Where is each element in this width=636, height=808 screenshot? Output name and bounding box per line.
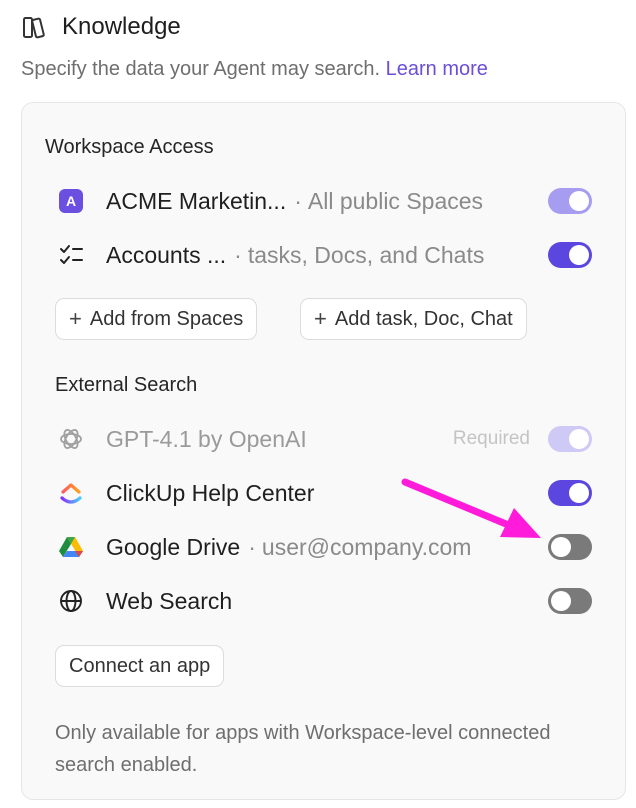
workspace-item-acme: A ACME Marketin... · All public Spaces [58,183,592,219]
workspace-item-meta: tasks, Docs, and Chats [247,241,485,268]
external-item-clickup: ClickUp Help Center [58,475,592,511]
external-item-name: Web Search [106,587,233,614]
external-item-name: ClickUp Help Center [106,479,315,506]
plus-icon: + [69,306,82,331]
globe-icon [58,588,84,614]
workspace-item-name: Accounts ... [106,241,227,268]
google-drive-toggle[interactable] [548,534,592,560]
workspace-avatar-icon: A [58,188,84,214]
add-from-spaces-button[interactable]: + Add from Spaces [55,298,258,340]
clickup-toggle[interactable] [548,480,592,506]
required-badge: Required [452,428,530,449]
knowledge-header: Knowledge [20,12,181,42]
openai-icon [58,426,84,452]
acme-toggle[interactable] [548,188,592,214]
external-item-name: GPT-4.1 by OpenAI [106,425,307,452]
external-item-name: Google Drive [106,533,241,560]
page-title: Knowledge [62,13,181,40]
web-search-toggle[interactable] [548,588,592,614]
subtitle: Specify the data your Agent may search. … [21,58,488,81]
subtitle-text: Specify the data your Agent may search. [21,58,381,80]
checklist-icon [58,242,84,268]
external-item-google-drive: Google Drive · user@company.com [58,529,592,565]
workspace-access-title: Workspace Access [45,136,214,158]
external-item-gpt: GPT-4.1 by OpenAI Required [58,421,592,457]
separator-dot: · [294,187,302,214]
separator-dot: · [248,533,256,560]
footnote: Only available for apps with Workspace-l… [55,722,551,776]
connect-an-app-button[interactable]: Connect an app [55,645,225,687]
external-search-title: External Search [55,374,198,396]
knowledge-panel: Workspace Access A ACME Marketin... · Al… [21,102,626,800]
plus-icon: + [314,306,327,331]
add-task-doc-chat-button[interactable]: + Add task, Doc, Chat [300,298,527,340]
google-drive-icon [58,534,84,560]
workspace-item-meta: All public Spaces [307,187,484,214]
separator-dot: · [234,241,242,268]
gpt-toggle[interactable] [548,426,592,452]
learn-more-link[interactable]: Learn more [386,58,488,80]
accounts-toggle[interactable] [548,242,592,268]
workspace-item-name: ACME Marketin... [106,187,287,214]
clickup-icon [58,480,84,506]
workspace-item-accounts: Accounts ... · tasks, Docs, and Chats [58,237,592,273]
external-item-meta: user@company.com [261,533,472,560]
external-item-web-search: Web Search [58,583,592,619]
books-icon [20,12,50,42]
